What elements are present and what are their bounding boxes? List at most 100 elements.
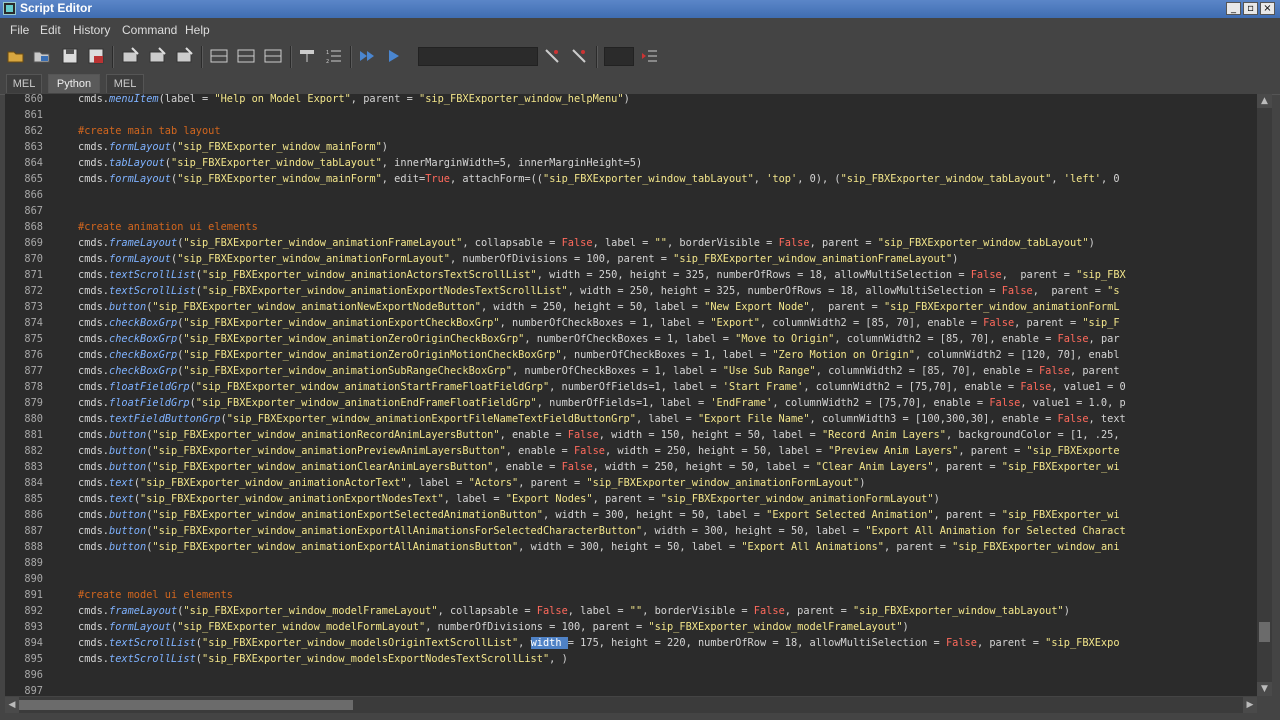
code-line[interactable]: #create model ui elements [78,587,233,603]
show-history-icon[interactable] [209,46,229,66]
code-line[interactable]: cmds.button("sip_FBXExporter_window_anim… [78,507,1120,523]
scroll-left-icon[interactable]: ◀ [5,697,19,713]
quick-help-icon[interactable] [604,47,634,66]
script-tabs: MEL Python MEL [0,72,1280,95]
menu-edit[interactable]: Edit [40,23,61,37]
code-line[interactable]: #create main tab layout [78,123,221,139]
code-token: "sip_FBXExporter_window_tabLayout" [852,605,1064,617]
code-line[interactable]: cmds.floatFieldGrp("sip_FBXExporter_wind… [78,395,1126,411]
show-line-numbers-icon[interactable]: 12 [324,46,344,66]
code-line[interactable]: cmds.checkBoxGrp("sip_FBXExporter_window… [78,315,1120,331]
tab-mel-2[interactable]: MEL [106,74,144,93]
code-token: 'EndFrame' [710,397,773,409]
menu-file[interactable]: File [10,23,29,37]
code-line[interactable]: cmds.formLayout("sip_FBXExporter_window_… [78,619,909,635]
show-both-icon[interactable] [263,46,283,66]
line-number: 888 [24,541,43,553]
search-icon[interactable] [542,46,562,66]
open-script-icon[interactable] [6,46,26,66]
toolbar-separator [350,46,352,68]
code-line[interactable]: cmds.textScrollList("sip_FBXExporter_win… [78,635,1120,651]
code-token: , width = 250, height = 50, label = [480,301,705,313]
code-token: cmds. [78,461,109,473]
code-line[interactable]: cmds.text("sip_FBXExporter_window_animat… [78,475,865,491]
search-next-icon[interactable] [569,46,589,66]
line-number: 871 [24,269,43,281]
code-line[interactable]: cmds.textFieldButtonGrp("sip_FBXExporter… [78,411,1126,427]
code-line[interactable]: cmds.button("sip_FBXExporter_window_anim… [78,443,1120,459]
horizontal-scroll-thumb[interactable] [19,700,353,710]
scroll-up-icon[interactable]: ▲ [1257,94,1272,108]
line-number: 887 [24,525,43,537]
code-line[interactable]: cmds.checkBoxGrp("sip_FBXExporter_window… [78,331,1120,347]
code-line[interactable]: cmds.text("sip_FBXExporter_window_animat… [78,491,940,507]
clear-input-icon[interactable] [147,46,167,66]
code-area[interactable]: cmds.menuItem(label = "Help on Model Exp… [78,94,1257,696]
clear-all-icon[interactable] [174,46,194,66]
menu-help[interactable]: Help [185,23,210,37]
vertical-scrollbar[interactable]: ▲ ▼ [1257,94,1272,696]
code-line[interactable]: cmds.button("sip_FBXExporter_window_anim… [78,523,1126,539]
code-token: , parent [1069,365,1120,377]
code-token: , 0), ( [797,173,841,185]
menu-command[interactable]: Command [122,23,177,37]
code-line[interactable]: cmds.checkBoxGrp("sip_FBXExporter_window… [78,363,1120,379]
show-input-icon[interactable] [236,46,256,66]
scroll-right-icon[interactable]: ▶ [1243,697,1257,713]
title-bar[interactable]: Script Editor _ ▫ × [0,0,1280,18]
echo-all-commands-icon[interactable] [297,46,317,66]
code-token: cmds. [78,413,109,425]
code-line[interactable]: cmds.formLayout("sip_FBXExporter_window_… [78,139,388,155]
code-line[interactable]: cmds.frameLayout("sip_FBXExporter_window… [78,603,1070,619]
code-token: "sip_FBXExporter_window_modelFrameLayout… [648,621,903,633]
code-token: cmds. [78,525,109,537]
code-line[interactable]: #create animation ui elements [78,219,258,235]
code-token: , collapsable = [462,237,562,249]
code-token: False [989,397,1021,409]
save-script-icon[interactable] [60,46,80,66]
menu-history[interactable]: History [73,23,110,37]
code-token: cmds. [78,173,109,185]
code-token: "sip_FBXExporter_window_animationExportC… [183,317,500,329]
code-line[interactable]: cmds.textScrollList("sip_FBXExporter_win… [78,267,1126,283]
scroll-down-icon[interactable]: ▼ [1257,682,1272,696]
horizontal-scrollbar[interactable]: ◀ ▶ [5,697,1257,713]
code-line[interactable]: cmds.formLayout("sip_FBXExporter_window_… [78,171,1120,187]
code-token: "Record Anim Layers" [821,429,946,441]
minimize-button[interactable]: _ [1226,2,1241,15]
code-line[interactable]: cmds.button("sip_FBXExporter_window_anim… [78,299,1120,315]
code-token: cmds. [78,157,109,169]
code-line[interactable]: cmds.button("sip_FBXExporter_window_anim… [78,539,1120,555]
code-line[interactable]: cmds.button("sip_FBXExporter_window_anim… [78,427,1120,443]
code-token: , text [1088,413,1126,425]
code-line[interactable]: cmds.textScrollList("sip_FBXExporter_win… [78,283,1120,299]
code-line[interactable]: cmds.floatFieldGrp("sip_FBXExporter_wind… [78,379,1126,395]
code-token: , enable = [499,429,568,441]
tab-mel-1[interactable]: MEL [6,74,42,93]
code-token: "sip_FBXExporter_window_modelFormLayout" [177,621,426,633]
execute-all-icon[interactable] [357,46,377,66]
code-line[interactable]: cmds.menuItem(label = "Help on Model Exp… [78,94,630,107]
code-token: , parent = [958,445,1027,457]
code-token: textScrollList [109,653,196,665]
window-title: Script Editor [20,1,93,15]
code-token: cmds. [78,637,109,649]
restore-button[interactable]: ▫ [1243,2,1258,15]
tab-python[interactable]: Python [48,74,100,93]
code-line[interactable]: cmds.tabLayout("sip_FBXExporter_window_t… [78,155,642,171]
close-button[interactable]: × [1260,2,1275,15]
vertical-scroll-thumb[interactable] [1259,622,1270,642]
code-line[interactable]: cmds.checkBoxGrp("sip_FBXExporter_window… [78,347,1120,363]
indent-icon[interactable] [640,46,660,66]
search-field[interactable] [418,47,538,66]
line-number: 897 [24,685,43,696]
code-line[interactable]: cmds.formLayout("sip_FBXExporter_window_… [78,251,958,267]
code-line[interactable]: cmds.frameLayout("sip_FBXExporter_window… [78,235,1095,251]
source-script-icon[interactable] [32,46,52,66]
save-to-shelf-icon[interactable] [86,46,106,66]
code-editor[interactable]: 860 861 862 863 864 865 866 867 868 869 870 871 872 8… [5,94,1257,696]
execute-icon[interactable] [384,46,404,66]
code-line[interactable]: cmds.button("sip_FBXExporter_window_anim… [78,459,1120,475]
code-line[interactable]: cmds.textScrollList("sip_FBXExporter_win… [78,651,568,667]
clear-history-icon[interactable] [120,46,140,66]
